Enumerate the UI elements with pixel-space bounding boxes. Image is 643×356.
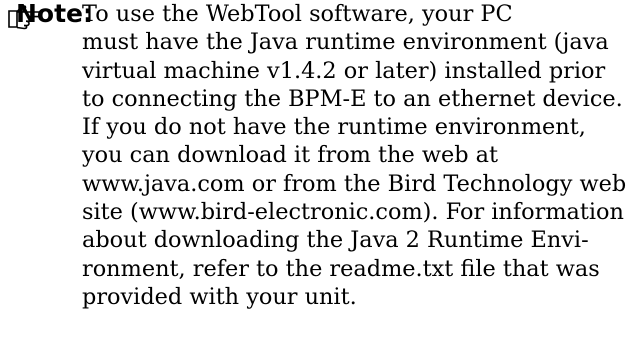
- note-line: must have the Java runtime environment (…: [82, 29, 609, 56]
- note-line: ronment, refer to the readme.txt file th…: [82, 255, 600, 282]
- note-line: you can download it from the web at: [82, 142, 499, 169]
- note-line: to connecting the BPM-E to an ethernet d…: [82, 85, 623, 112]
- note-line: virtual machine v1.4.2 or later) install…: [82, 57, 606, 84]
- note-line: about downloading the Java 2 Runtime Env…: [82, 227, 589, 254]
- note-line: provided with your unit.: [82, 283, 357, 310]
- note-line: site (www.bird-electronic.com). For info…: [82, 199, 624, 226]
- note-label: Note:: [16, 0, 94, 28]
- note-line: To use the WebTool software, your PC: [82, 1, 513, 27]
- note-line: www.java.com or from the Bird Technology…: [82, 170, 627, 197]
- note-line: If you do not have the runtime environme…: [82, 114, 586, 141]
- note-callout: Note: To use the WebTool software, your …: [8, 0, 638, 356]
- note-body: Note: To use the WebTool software, your …: [16, 0, 638, 311]
